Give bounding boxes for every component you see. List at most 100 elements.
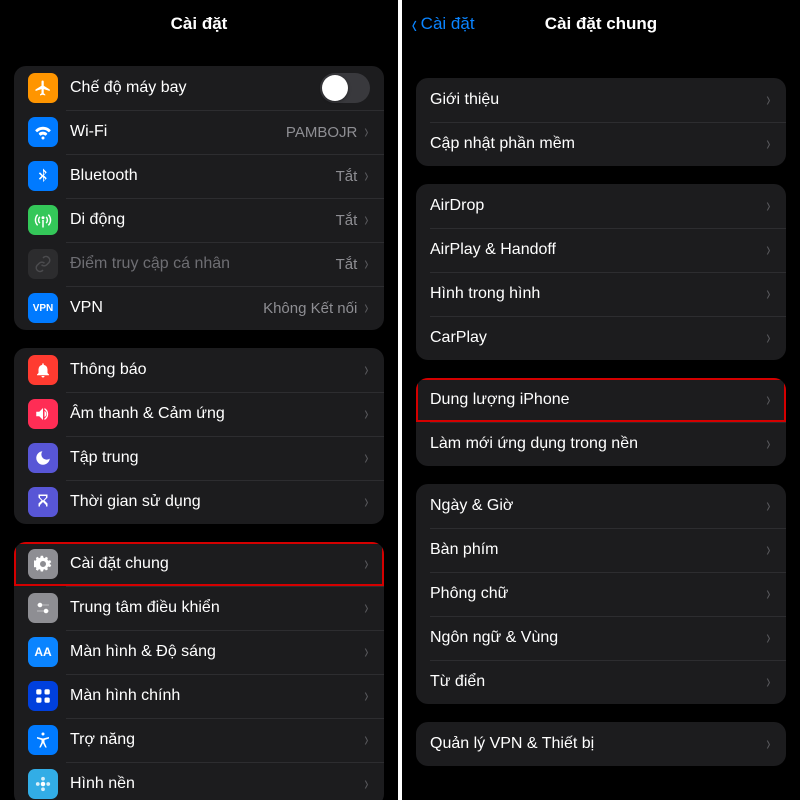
gear-icon — [28, 549, 58, 579]
row-background-refresh[interactable]: Làm mới ứng dụng trong nền › — [416, 422, 786, 466]
bell-icon — [28, 355, 58, 385]
row-hotspot[interactable]: Điểm truy cập cá nhân Tắt › — [14, 242, 384, 286]
speaker-icon — [28, 399, 58, 429]
hourglass-icon — [28, 487, 58, 517]
general-group-vpn: Quản lý VPN & Thiết bị › — [416, 722, 786, 766]
row-label: Thông báo — [70, 361, 363, 379]
row-iphone-storage[interactable]: Dung lượng iPhone › — [416, 378, 786, 422]
chevron-right-icon: › — [767, 195, 771, 218]
row-cellular[interactable]: Di động Tắt › — [14, 198, 384, 242]
row-label: Cài đặt chung — [70, 555, 363, 573]
chevron-right-icon: › — [767, 327, 771, 350]
row-value: Tắt — [336, 212, 358, 229]
chevron-right-icon: › — [365, 403, 369, 426]
row-value: Tắt — [336, 256, 358, 273]
page-title: Cài đặt — [171, 14, 228, 34]
row-display[interactable]: AA Màn hình & Độ sáng › — [14, 630, 384, 674]
row-wallpaper[interactable]: Hình nền › — [14, 762, 384, 800]
row-general[interactable]: Cài đặt chung › — [14, 542, 384, 586]
row-date-time[interactable]: Ngày & Giờ › — [416, 484, 786, 528]
row-label: Thời gian sử dụng — [70, 493, 363, 511]
text-size-icon: AA — [28, 637, 58, 667]
row-vpn[interactable]: VPN VPN Không Kết nối › — [14, 286, 384, 330]
row-carplay[interactable]: CarPlay › — [416, 316, 786, 360]
row-label: Quản lý VPN & Thiết bị — [430, 735, 765, 753]
row-value: PAMBOJR — [286, 124, 357, 141]
chevron-right-icon: › — [365, 253, 369, 276]
chevron-right-icon: › — [767, 627, 771, 650]
bluetooth-icon — [28, 161, 58, 191]
back-label: Cài đặt — [421, 14, 475, 34]
chevron-right-icon: › — [365, 597, 369, 620]
row-vpn-device[interactable]: Quản lý VPN & Thiết bị › — [416, 722, 786, 766]
row-label: Trung tâm điều khiển — [70, 599, 363, 617]
row-accessibility[interactable]: Trợ năng › — [14, 718, 384, 762]
antenna-icon — [28, 205, 58, 235]
row-label: Điểm truy cập cá nhân — [70, 255, 336, 273]
chevron-right-icon: › — [767, 133, 771, 156]
row-label: Tập trung — [70, 449, 363, 467]
row-software-update[interactable]: Cập nhật phần mềm › — [416, 122, 786, 166]
back-button[interactable]: ‹ Cài đặt — [410, 11, 475, 37]
row-label: Trợ năng — [70, 731, 363, 749]
row-dictionary[interactable]: Từ điển › — [416, 660, 786, 704]
chevron-right-icon: › — [767, 239, 771, 262]
link-icon — [28, 249, 58, 279]
row-language-region[interactable]: Ngôn ngữ & Vùng › — [416, 616, 786, 660]
row-about[interactable]: Giới thiệu › — [416, 78, 786, 122]
airplane-toggle[interactable] — [320, 73, 370, 103]
row-airdrop[interactable]: AirDrop › — [416, 184, 786, 228]
row-label: Bàn phím — [430, 541, 765, 559]
vpn-icon: VPN — [28, 293, 58, 323]
grid-icon — [28, 681, 58, 711]
row-keyboard[interactable]: Bàn phím › — [416, 528, 786, 572]
row-label: Phông chữ — [430, 585, 765, 603]
chevron-right-icon: › — [767, 671, 771, 694]
page-title: Cài đặt chung — [545, 14, 657, 34]
general-screen: ‹ Cài đặt Cài đặt chung Giới thiệu › Cập… — [400, 0, 800, 800]
chevron-right-icon: › — [365, 209, 369, 232]
row-airplay[interactable]: AirPlay & Handoff › — [416, 228, 786, 272]
row-label: Dung lượng iPhone — [430, 391, 765, 409]
row-label: Hình nền — [70, 775, 363, 793]
chevron-right-icon: › — [365, 729, 369, 752]
moon-icon — [28, 443, 58, 473]
chevron-right-icon: › — [365, 773, 369, 796]
row-label: AirDrop — [430, 197, 765, 215]
accessibility-icon — [28, 725, 58, 755]
row-label: CarPlay — [430, 329, 765, 347]
general-group-locale: Ngày & Giờ › Bàn phím › Phông chữ › Ngôn… — [416, 484, 786, 704]
row-wifi[interactable]: Wi-Fi PAMBOJR › — [14, 110, 384, 154]
row-focus[interactable]: Tập trung › — [14, 436, 384, 480]
row-homescreen[interactable]: Màn hình chính › — [14, 674, 384, 718]
chevron-right-icon: › — [365, 165, 369, 188]
row-notifications[interactable]: Thông báo › — [14, 348, 384, 392]
row-label: Bluetooth — [70, 167, 336, 185]
general-scroll[interactable]: Giới thiệu › Cập nhật phần mềm › AirDrop… — [402, 78, 800, 766]
chevron-right-icon: › — [365, 121, 369, 144]
row-label: Màn hình & Độ sáng — [70, 643, 363, 661]
chevron-right-icon: › — [767, 733, 771, 756]
row-pip[interactable]: Hình trong hình › — [416, 272, 786, 316]
row-label: Cập nhật phần mềm — [430, 135, 765, 153]
row-fonts[interactable]: Phông chữ › — [416, 572, 786, 616]
airplane-icon — [28, 73, 58, 103]
settings-scroll[interactable]: Chế độ máy bay Wi-Fi PAMBOJR › Bluetooth… — [0, 66, 398, 800]
row-screentime[interactable]: Thời gian sử dụng › — [14, 480, 384, 524]
row-airplane[interactable]: Chế độ máy bay — [14, 66, 384, 110]
row-sounds[interactable]: Âm thanh & Cảm ứng › — [14, 392, 384, 436]
nav-bar: ‹ Cài đặt Cài đặt chung — [402, 0, 800, 48]
chevron-right-icon: › — [767, 433, 771, 456]
settings-group-network: Chế độ máy bay Wi-Fi PAMBOJR › Bluetooth… — [14, 66, 384, 330]
chevron-right-icon: › — [365, 447, 369, 470]
settings-group-system: Cài đặt chung › Trung tâm điều khiển › A… — [14, 542, 384, 800]
chevron-right-icon: › — [767, 389, 771, 412]
flower-icon — [28, 769, 58, 799]
row-label: VPN — [70, 299, 263, 317]
nav-bar: Cài đặt — [0, 0, 398, 48]
row-label: Màn hình chính — [70, 687, 363, 705]
row-label: Giới thiệu — [430, 91, 765, 109]
row-control-center[interactable]: Trung tâm điều khiển › — [14, 586, 384, 630]
row-bluetooth[interactable]: Bluetooth Tắt › — [14, 154, 384, 198]
chevron-right-icon: › — [767, 583, 771, 606]
